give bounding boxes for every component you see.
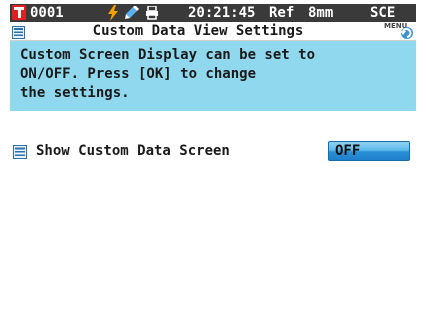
- aperture-size: 8mm: [308, 5, 334, 21]
- return-arrow-icon: [398, 24, 414, 40]
- battery-power-icon: [107, 5, 119, 21]
- reference-mode: Ref: [269, 5, 295, 21]
- device-screen: 0001 20:21:45 Ref 8mm SCE Custom Data Vi…: [10, 4, 416, 310]
- info-panel: Custom Screen Display can be set to ON/O…: [10, 41, 416, 111]
- list-icon: [13, 144, 27, 159]
- status-bar: 0001 20:21:45 Ref 8mm SCE: [10, 4, 416, 22]
- setting-row-show-custom-data[interactable]: Show Custom Data Screen OFF: [10, 140, 416, 162]
- title-bar: Custom Data View Settings MENU: [10, 22, 416, 41]
- setting-label: Show Custom Data Screen: [36, 143, 230, 159]
- info-message: Custom Screen Display can be set to ON/O…: [20, 47, 316, 101]
- sample-number: 0001: [30, 5, 64, 21]
- specular-mode: SCE: [370, 5, 396, 21]
- page-title: Custom Data View Settings: [92, 23, 304, 39]
- pen-icon: [124, 5, 140, 20]
- target-icon: [12, 5, 26, 20]
- printer-icon: [145, 5, 159, 20]
- clock: 20:21:45: [188, 5, 256, 21]
- menu-return-button[interactable]: MENU: [384, 22, 414, 40]
- setting-value-button[interactable]: OFF: [328, 141, 410, 161]
